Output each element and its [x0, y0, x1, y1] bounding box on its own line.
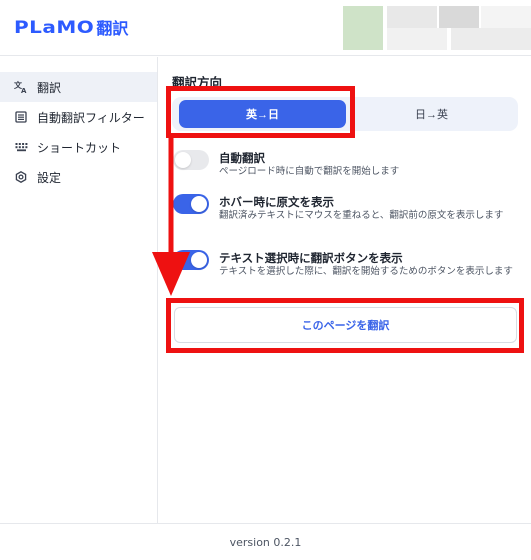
setting-title: テキスト選択時に翻訳ボタンを表示: [219, 251, 403, 265]
sidebar-item-auto-translate-filter[interactable]: 自動翻訳フィルター: [0, 102, 157, 132]
translate-icon: 文A: [14, 80, 28, 94]
plamo-logo: PLaMO 翻訳: [14, 15, 128, 39]
setting-description: テキストを選択した際に、翻訳を開始するためのボタンを表示します: [219, 266, 513, 277]
sidebar-item-translate[interactable]: 文A 翻訳: [0, 72, 157, 102]
translate-page-button[interactable]: このページを翻訳: [174, 307, 517, 343]
sidebar-item-label: 自動翻訳フィルター: [37, 110, 145, 125]
settings-gear-icon: [14, 170, 28, 184]
setting-title: 自動翻訳: [219, 151, 265, 165]
sidebar: 文A 翻訳 自動翻訳フィルター ショートカット 設定: [0, 57, 158, 523]
main-panel: 翻訳方向 英→日 日→英 自動翻訳 ページロード時に自動で翻訳を開始します ホバ…: [159, 57, 531, 523]
sidebar-item-label: 翻訳: [37, 80, 62, 95]
direction-en-ja-button[interactable]: 英→日: [179, 100, 346, 128]
sidebar-item-settings[interactable]: 設定: [0, 162, 157, 192]
footer: version 0.2.1: [0, 523, 531, 560]
setting-title: ホバー時に原文を表示: [219, 195, 334, 209]
svg-text:A: A: [21, 87, 27, 94]
filter-list-icon: [14, 110, 28, 124]
blurred-account-area: [343, 6, 531, 50]
direction-ja-en-button[interactable]: 日→英: [348, 100, 515, 128]
sidebar-item-shortcuts[interactable]: ショートカット: [0, 132, 157, 162]
logo-suffix: 翻訳: [96, 19, 129, 38]
selection-button-toggle[interactable]: [173, 250, 209, 270]
setting-description: ページロード時に自動で翻訳を開始します: [219, 166, 400, 177]
header: PLaMO 翻訳: [0, 0, 531, 56]
keyboard-icon: [14, 140, 28, 154]
sidebar-item-label: ショートカット: [37, 140, 122, 155]
sidebar-item-label: 設定: [37, 170, 62, 185]
auto-translate-toggle[interactable]: [173, 150, 209, 170]
direction-title: 翻訳方向: [172, 75, 223, 90]
direction-toggle: 英→日 日→英: [172, 97, 518, 131]
version-text: version 0.2.1: [229, 535, 302, 549]
hover-original-toggle[interactable]: [173, 194, 209, 214]
setting-description: 翻訳済みテキストにマウスを重ねると、翻訳前の原文を表示します: [219, 210, 504, 221]
logo-wordmark: PLaMO: [14, 16, 95, 38]
